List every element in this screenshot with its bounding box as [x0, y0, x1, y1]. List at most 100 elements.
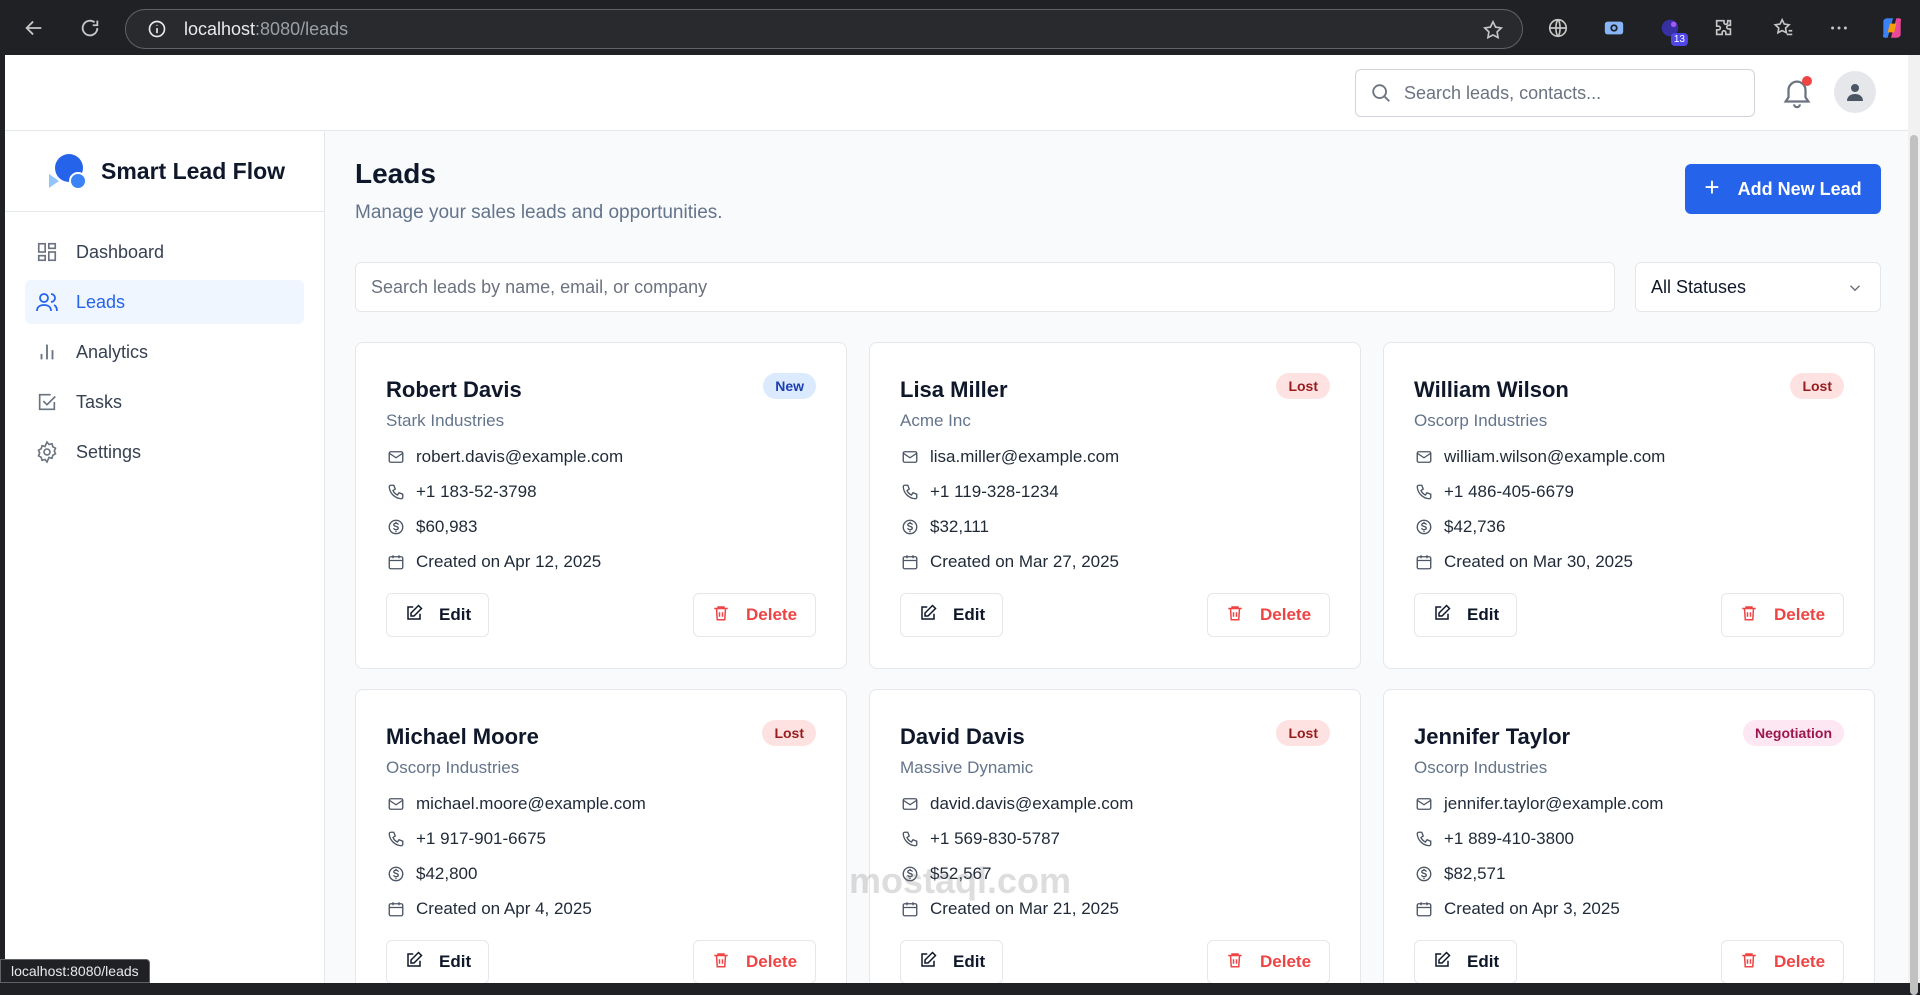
lead-search-placeholder: Search leads by name, email, or company	[371, 276, 708, 297]
lead-email-row: lisa.miller@example.com	[900, 445, 1119, 469]
lead-card[interactable]: Jennifer Taylor Oscorp Industries Negotiat…	[1383, 689, 1875, 983]
lead-phone-row: +1 119-328-1234	[900, 480, 1059, 504]
lead-created-row: Created on Apr 4, 2025	[386, 897, 592, 921]
lead-created: Created on Apr 3, 2025	[1444, 899, 1620, 918]
edit-icon	[1433, 950, 1451, 974]
sidebar-item-label: Tasks	[76, 391, 123, 412]
status-badge: Negotiation	[1743, 720, 1844, 746]
extension-badge-count: 13	[1670, 33, 1688, 46]
lead-value: $60,983	[416, 517, 478, 536]
info-icon[interactable]	[146, 18, 168, 40]
address-bar[interactable]: localhost:8080/leads	[125, 9, 1523, 49]
edit-label: Edit	[953, 952, 986, 971]
notifications-bell-icon[interactable]	[1780, 76, 1814, 110]
extension-badge-icon[interactable]: 13	[1656, 14, 1688, 46]
lead-phone: +1 889-410-3800	[1444, 829, 1574, 848]
lead-email: lisa.miller@example.com	[930, 447, 1120, 466]
lead-card[interactable]: Robert Davis Stark Industries New robert.da…	[355, 342, 847, 669]
lead-created-row: Created on Mar 27, 2025	[900, 550, 1119, 574]
lead-card[interactable]: Michael Moore Oscorp Industries Lost michae…	[355, 689, 847, 983]
edit-lead-button[interactable]: Edit	[900, 593, 1003, 637]
page-scrollbar[interactable]	[1908, 55, 1920, 995]
edit-lead-button[interactable]: Edit	[386, 940, 489, 983]
edit-lead-button[interactable]: Edit	[1414, 940, 1517, 983]
phone-icon	[900, 829, 920, 849]
delete-lead-button[interactable]: Delete	[1207, 940, 1330, 983]
lead-email: michael.moore@example.com	[416, 794, 646, 813]
copilot-icon[interactable]	[1878, 14, 1906, 42]
dollar-icon	[1414, 517, 1434, 537]
sidebar-item-tasks[interactable]: Tasks	[25, 380, 304, 424]
delete-lead-button[interactable]: Delete	[693, 593, 816, 637]
sidebar-item-leads[interactable]: Leads	[25, 280, 304, 324]
trash-icon	[1226, 951, 1244, 974]
lead-phone-row: +1 569-830-5787	[900, 827, 1060, 851]
lead-name: David Davis	[900, 724, 1025, 749]
sidebar-item-label: Leads	[76, 291, 126, 312]
search-icon	[1372, 84, 1390, 102]
lead-created: Created on Apr 4, 2025	[416, 899, 592, 918]
lead-email: david.davis@example.com	[930, 794, 1134, 813]
edit-label: Edit	[439, 952, 472, 971]
more-icon[interactable]	[1825, 14, 1853, 42]
sidebar-item-dashboard[interactable]: Dashboard	[25, 230, 304, 274]
lead-created-row: Created on Apr 3, 2025	[1414, 897, 1620, 921]
lead-value-row: $32,111	[900, 515, 989, 539]
globe-icon[interactable]	[1544, 14, 1572, 42]
lead-email-row: david.davis@example.com	[900, 792, 1133, 816]
global-search-input[interactable]: Search leads, contacts...	[1355, 69, 1755, 117]
puzzle-icon[interactable]	[1710, 14, 1738, 42]
delete-lead-button[interactable]: Delete	[1721, 940, 1844, 983]
add-new-lead-button[interactable]: + Add New Lead	[1685, 164, 1881, 214]
lead-company: Oscorp Industries	[1414, 758, 1548, 777]
trash-icon	[712, 951, 730, 974]
top-bar: Search leads, contacts...	[5, 55, 1913, 131]
lead-created: Created on Apr 12, 2025	[416, 552, 602, 571]
brand[interactable]: Smart Lead Flow	[5, 132, 324, 212]
plus-icon: +	[1704, 172, 1720, 202]
lead-phone-row: +1 486-405-6679	[1414, 480, 1574, 504]
lead-name: Jennifer Taylor	[1414, 724, 1571, 749]
gear-icon	[35, 440, 59, 464]
lead-value: $42,800	[416, 864, 478, 883]
mail-icon	[1414, 447, 1434, 467]
delete-lead-button[interactable]: Delete	[1721, 593, 1844, 637]
edit-lead-button[interactable]: Edit	[386, 593, 489, 637]
screen-capture-icon[interactable]	[1600, 14, 1628, 42]
status-filter-select[interactable]: All Statuses	[1635, 262, 1881, 312]
lead-card[interactable]: David Davis Massive Dynamic Lost david.davi…	[869, 689, 1361, 983]
lead-value-row: $42,736	[1414, 515, 1505, 539]
edit-lead-button[interactable]: Edit	[900, 940, 1003, 983]
edit-lead-button[interactable]: Edit	[1414, 593, 1517, 637]
delete-label: Delete	[746, 605, 798, 624]
lead-search-input[interactable]: Search leads by name, email, or company	[355, 262, 1615, 312]
lead-company: Oscorp Industries	[1414, 411, 1548, 430]
lead-value-row: $82,571	[1414, 862, 1505, 886]
star-icon[interactable]	[1482, 19, 1504, 46]
sidebar-item-settings[interactable]: Settings	[25, 430, 304, 474]
lead-created: Created on Mar 27, 2025	[930, 552, 1120, 571]
delete-lead-button[interactable]: Delete	[1207, 593, 1330, 637]
scrollbar-thumb[interactable]	[1910, 135, 1918, 995]
calendar-icon	[900, 899, 920, 919]
delete-lead-button[interactable]: Delete	[693, 940, 816, 983]
lead-phone: +1 119-328-1234	[930, 482, 1059, 501]
mail-icon	[900, 794, 920, 814]
checkbox-icon	[35, 390, 59, 414]
favorites-icon[interactable]	[1770, 14, 1798, 42]
edit-icon	[919, 950, 937, 974]
logo-icon	[47, 150, 91, 194]
lead-email-row: robert.davis@example.com	[386, 445, 623, 469]
lead-phone: +1 569-830-5787	[930, 829, 1060, 848]
back-icon[interactable]	[16, 10, 52, 46]
edit-icon	[405, 950, 423, 974]
lead-card[interactable]: Lisa Miller Acme Inc Lost lisa.miller@examp…	[869, 342, 1361, 669]
sidebar-nav: Dashboard Leads Analytics Tasks Settings	[5, 212, 324, 498]
lead-card[interactable]: William Wilson Oscorp Industries Lost willi…	[1383, 342, 1875, 669]
lead-phone-row: +1 889-410-3800	[1414, 827, 1574, 851]
sidebar-item-analytics[interactable]: Analytics	[25, 330, 304, 374]
reload-icon[interactable]	[72, 10, 108, 46]
lead-value: $32,111	[930, 517, 989, 536]
user-avatar[interactable]	[1834, 71, 1876, 113]
phone-icon	[386, 482, 406, 502]
